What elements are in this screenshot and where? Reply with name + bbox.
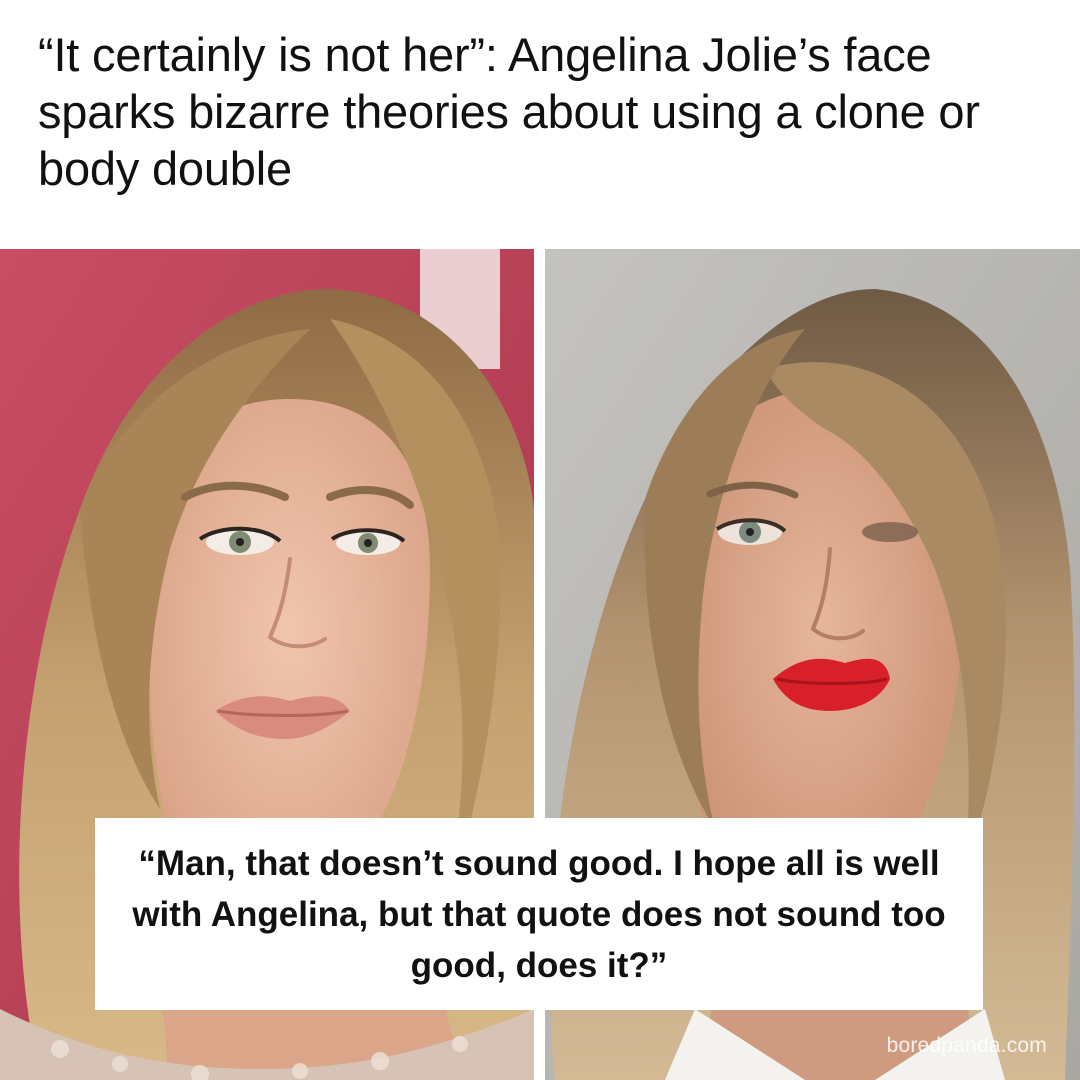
quote-box: “Man, that doesn’t sound good. I hope al… <box>95 818 983 1010</box>
watermark: boredpanda.com <box>886 1034 1047 1057</box>
quote-text: “Man, that doesn’t sound good. I hope al… <box>132 843 946 985</box>
headline: “It certainly is not her”: Angelina Joli… <box>38 28 980 195</box>
